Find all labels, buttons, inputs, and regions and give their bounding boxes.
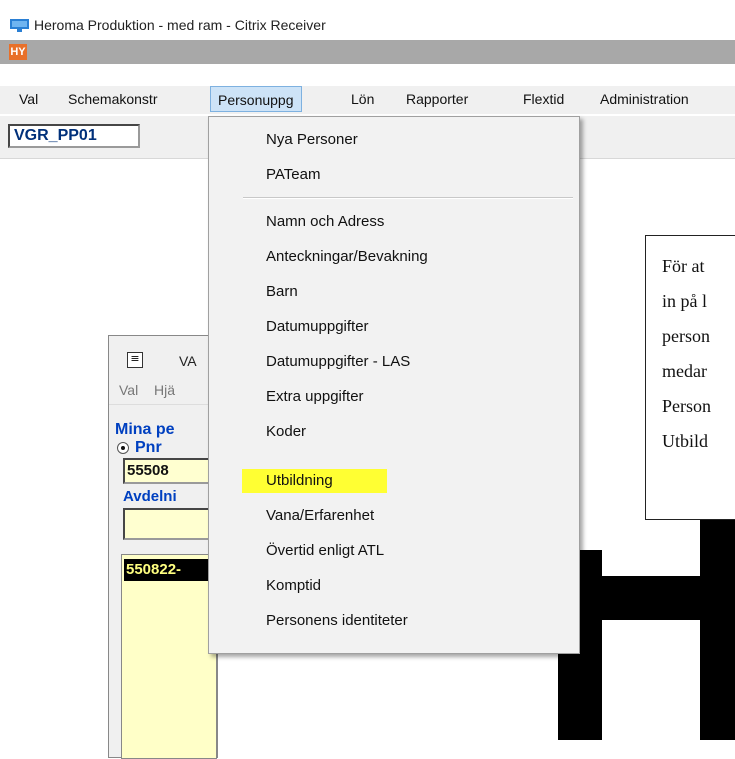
monitor-icon: [10, 19, 29, 32]
pnr-input[interactable]: 55508: [123, 458, 211, 484]
window-title: Heroma Produktion - med ram - Citrix Rec…: [34, 17, 326, 33]
menu-item-barn[interactable]: Barn: [266, 283, 298, 300]
menu-schemakonstr[interactable]: Schemakonstr: [68, 91, 157, 107]
callout-line: Person: [662, 396, 711, 416]
menu-item-datumuppgifter-las[interactable]: Datumuppgifter - LAS: [266, 353, 410, 370]
menu-personuppg[interactable]: Personuppg: [210, 86, 302, 112]
app-logo-icon[interactable]: HY: [9, 44, 27, 60]
pnr-radio-label: Pnr: [135, 439, 162, 456]
menu-item-utbildning[interactable]: Utbildning: [266, 472, 333, 489]
callout-line: in på l: [662, 291, 707, 311]
menu-val[interactable]: Val: [19, 91, 38, 107]
menu-item-koder[interactable]: Koder: [266, 423, 306, 440]
menu-item-anteckningar[interactable]: Anteckningar/Bevakning: [266, 248, 428, 265]
personuppg-dropdown: Nya Personer PATeam Namn och Adress Ante…: [208, 116, 580, 654]
avdelning-input[interactable]: [123, 508, 211, 540]
menu-item-datumuppgifter[interactable]: Datumuppgifter: [266, 318, 369, 335]
callout-line: person: [662, 326, 710, 346]
system-menu-icon[interactable]: ≡: [127, 352, 143, 368]
menu-item-namn-och-adress[interactable]: Namn och Adress: [266, 213, 384, 230]
menu-lon[interactable]: Lön: [351, 91, 374, 107]
menu-bar: Val Schemakonstr Personuppg Lön Rapporte…: [0, 86, 735, 114]
avdelning-label: Avdelni: [123, 488, 177, 505]
instruction-callout: För at in på l person medar Person Utbil…: [645, 235, 735, 520]
menu-rapporter[interactable]: Rapporter: [406, 91, 468, 107]
child-window-title: VA: [179, 353, 197, 369]
menu-item-vana-erfarenhet[interactable]: Vana/Erfarenhet: [266, 507, 374, 524]
child-menu-bar: Val Hjä: [109, 376, 219, 405]
callout-line: Utbild: [662, 431, 709, 451]
menu-flextid[interactable]: Flextid: [523, 91, 564, 107]
menu-item-personens-identiteter[interactable]: Personens identiteter: [266, 612, 408, 629]
menu-item-nya-personer[interactable]: Nya Personer: [266, 131, 358, 148]
unit-combo[interactable]: VGR_PP01: [8, 124, 140, 148]
child-menu-val[interactable]: Val: [119, 382, 138, 398]
menu-item-pateam[interactable]: PATeam: [266, 166, 320, 183]
app-bar: HY: [0, 40, 735, 64]
callout-line: medar: [662, 361, 707, 381]
list-item-selected[interactable]: 550822-: [124, 559, 216, 581]
section-heading: Mina pe: [115, 421, 175, 438]
pnr-radio[interactable]: [117, 442, 129, 454]
menu-item-komptid[interactable]: Komptid: [266, 577, 321, 594]
child-window: ≡ VA Val Hjä Mina pe Pnr 55508 Avdelni 5…: [108, 335, 219, 759]
child-menu-help[interactable]: Hjä: [154, 382, 175, 398]
menu-item-overtid[interactable]: Övertid enligt ATL: [266, 542, 384, 559]
person-list[interactable]: 550822-: [121, 554, 217, 759]
menu-separator: [243, 197, 573, 199]
menu-administration[interactable]: Administration: [600, 91, 689, 107]
menu-item-extra-uppgifter[interactable]: Extra uppgifter: [266, 388, 364, 405]
window-titlebar: Heroma Produktion - med ram - Citrix Rec…: [0, 0, 735, 40]
callout-line: För at: [662, 256, 705, 276]
